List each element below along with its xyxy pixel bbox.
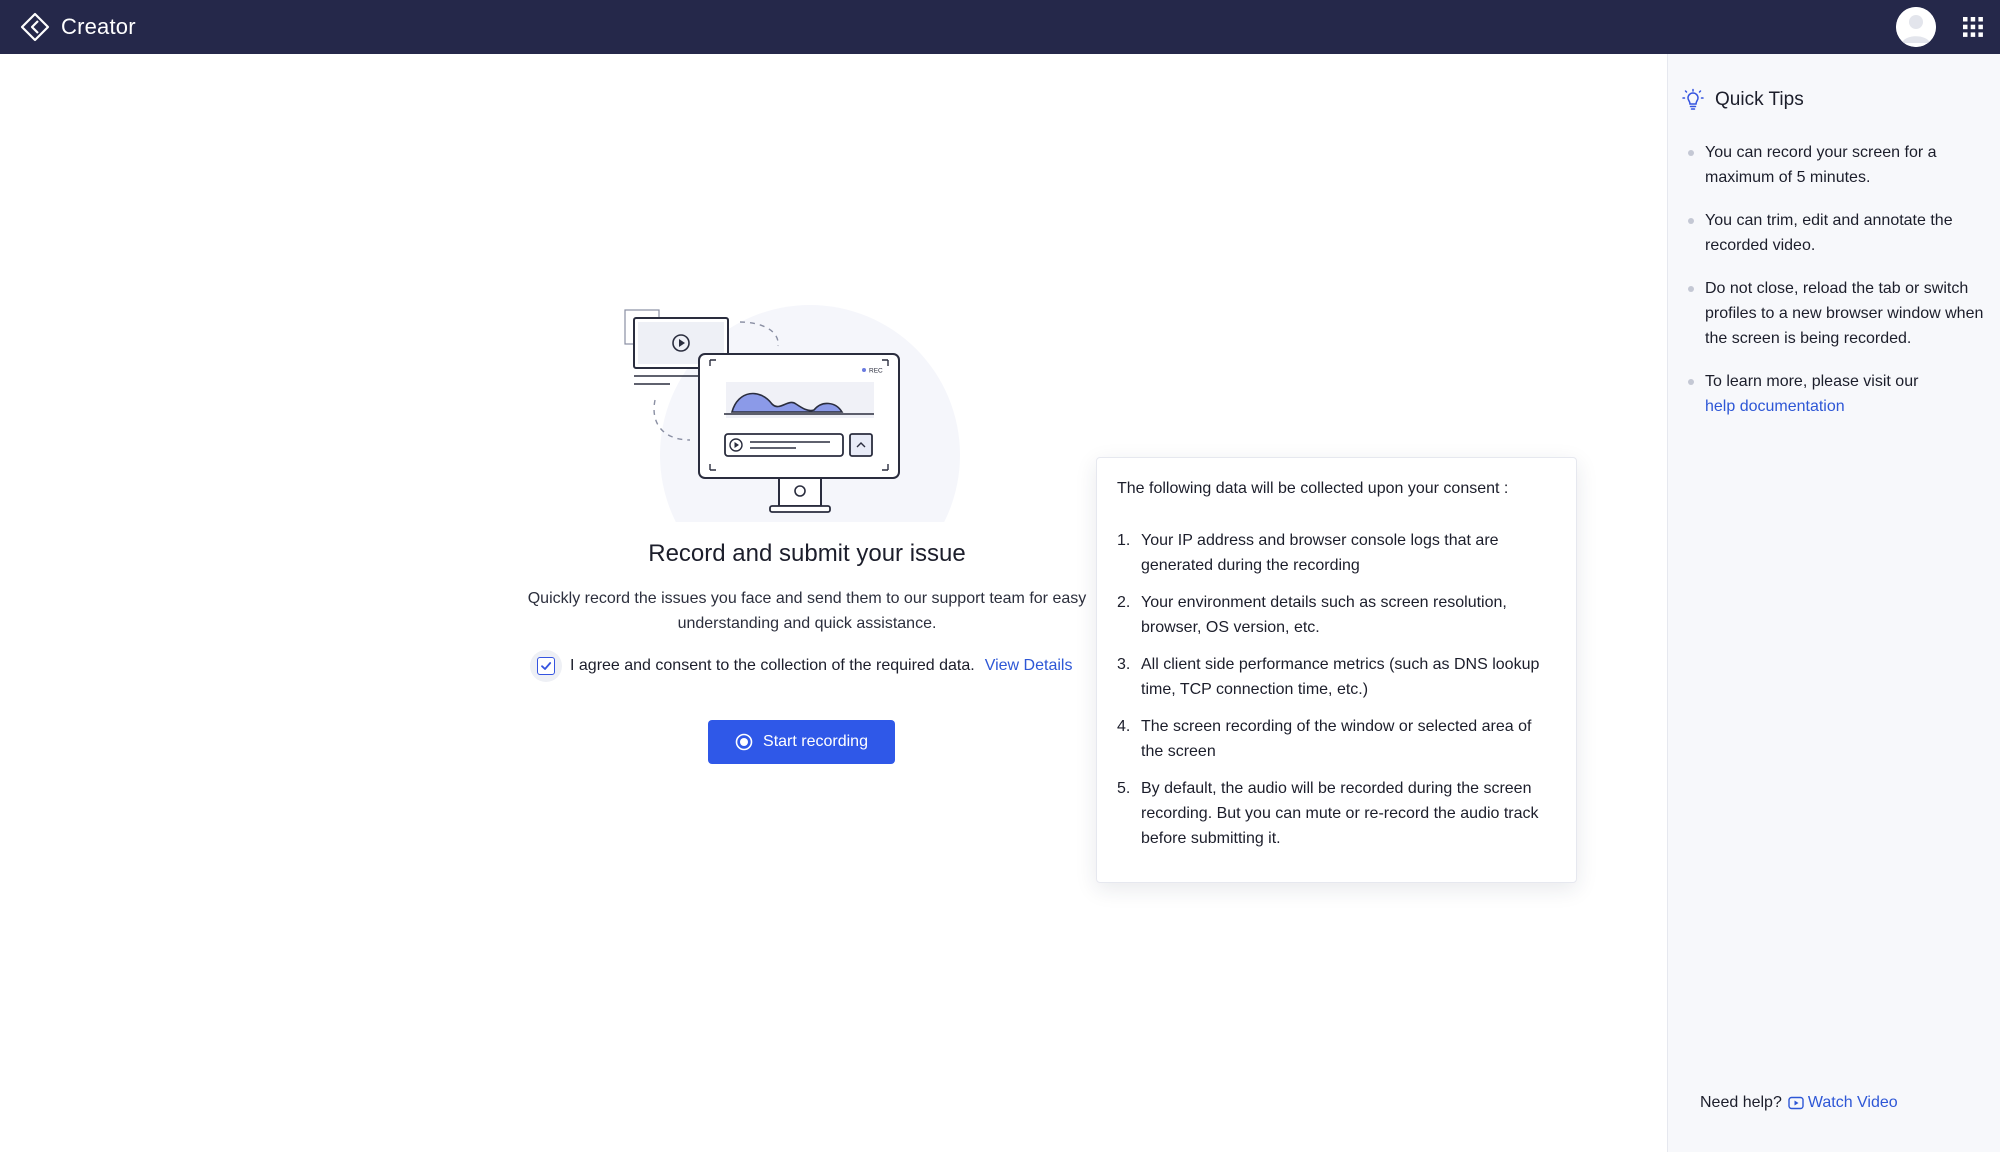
list-item: 2. Your environment details such as scree…	[1117, 590, 1557, 640]
play-video-icon[interactable]	[1788, 1095, 1804, 1111]
apps-grid-icon[interactable]	[1962, 16, 1984, 38]
creator-logo-icon	[20, 12, 50, 42]
collected-data-list: 1. Your IP address and browser console lo…	[1117, 528, 1557, 863]
list-item: To learn more, please visit our help docu…	[1688, 369, 1988, 419]
tip-text: To learn more, please visit our	[1705, 373, 1919, 390]
rec-label: REC	[869, 368, 883, 375]
page-description: Quickly record the issues you face and s…	[527, 590, 1087, 632]
list-item: You can trim, edit and annotate the reco…	[1688, 208, 1988, 258]
user-silhouette-icon	[1896, 7, 1936, 47]
checkbox-box	[537, 657, 555, 675]
list-number: 5.	[1117, 780, 1131, 797]
tip-text-with-link: To learn more, please visit our help docu…	[1705, 369, 1988, 419]
brand[interactable]: Creator	[19, 11, 136, 43]
app-name: Creator	[61, 14, 136, 39]
tip-text: Do not close, reload the tab or switch p…	[1705, 280, 1984, 347]
quick-tips-title: Quick Tips	[1715, 89, 1804, 110]
watch-video-link[interactable]: Watch Video	[1808, 1094, 1898, 1112]
list-text: The screen recording of the window or se…	[1141, 718, 1532, 760]
lightbulb-icon	[1682, 88, 1704, 110]
list-number: 1.	[1117, 532, 1131, 549]
tip-text: You can record your screen for a maximum…	[1705, 144, 1937, 186]
list-text: Your IP address and browser console logs…	[1141, 532, 1499, 574]
bullet	[1688, 150, 1694, 156]
need-help-label: Need help?	[1700, 1094, 1782, 1111]
list-item: You can record your screen for a maximum…	[1688, 140, 1988, 190]
quick-tips-header: Quick Tips	[1681, 88, 1804, 112]
tips-list: You can record your screen for a maximum…	[1688, 140, 1988, 437]
bullet	[1688, 218, 1694, 224]
list-number: 3.	[1117, 656, 1131, 673]
list-number: 4.	[1117, 718, 1131, 735]
list-number: 2.	[1117, 594, 1131, 611]
list-text: All client side performance metrics (suc…	[1141, 656, 1540, 698]
checkbox-check-icon	[541, 662, 552, 670]
screen-recording-illustration: REC	[624, 305, 960, 522]
consent-checkbox[interactable]	[530, 650, 562, 682]
bullet	[1688, 286, 1694, 292]
list-text: By default, the audio will be recorded d…	[1141, 780, 1539, 847]
consent-label: I agree and consent to the collection of…	[570, 657, 975, 674]
list-item: 5. By default, the audio will be recorded…	[1117, 776, 1557, 851]
help-documentation-link[interactable]: help documentation	[1705, 398, 1845, 415]
data-collection-popover: The following data will be collected upo…	[1096, 457, 1577, 883]
list-item: 1. Your IP address and browser console lo…	[1117, 528, 1557, 578]
consent-row: I agree and consent to the collection of…	[530, 650, 1072, 682]
avatar[interactable]	[1896, 7, 1936, 47]
record-icon	[735, 733, 753, 751]
need-help-row: Need help? Watch Video	[1700, 1094, 1898, 1112]
view-details-link[interactable]: View Details	[985, 657, 1073, 675]
popover-heading: The following data will be collected upo…	[1117, 480, 1509, 497]
list-text: Your environment details such as screen …	[1141, 594, 1507, 636]
list-item: 4. The screen recording of the window or …	[1117, 714, 1557, 764]
list-item: Do not close, reload the tab or switch p…	[1688, 276, 1988, 351]
start-recording-label: Start recording	[763, 733, 868, 750]
quick-tips-panel: Quick Tips You can record your screen fo…	[1667, 54, 2000, 1152]
list-item: 3. All client side performance metrics (s…	[1117, 652, 1557, 702]
start-recording-button[interactable]: Start recording	[708, 720, 895, 764]
bullet	[1688, 379, 1694, 385]
top-navigation-bar: Creator	[0, 0, 2000, 54]
page-title: Record and submit your issue	[648, 540, 966, 567]
tip-text: You can trim, edit and annotate the reco…	[1705, 212, 1953, 254]
